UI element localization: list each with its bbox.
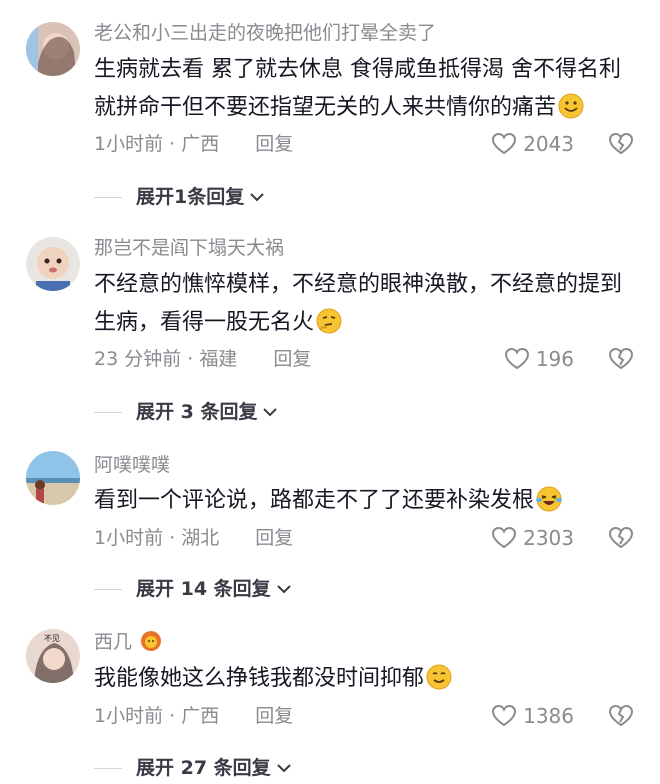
like-button[interactable]: 196	[504, 347, 574, 371]
avatar[interactable]: 不见	[26, 629, 80, 683]
comment-item: 那岂不是阎下塌天大祸 不经意的憔悴模样，不经意的眼神涣散，不经意的提到生病，看得…	[0, 215, 660, 435]
like-count: 2303	[523, 526, 574, 550]
heart-icon	[492, 704, 517, 727]
reply-button[interactable]: 回复	[255, 527, 293, 549]
comment-username[interactable]: 西几	[94, 630, 162, 654]
expand-replies-button[interactable]: 展开1条回复	[94, 185, 266, 209]
comment-meta: 1小时前 · 广西 回复	[94, 704, 293, 728]
comment-time-location: 1小时前 · 湖北	[94, 527, 220, 549]
expand-replies-label: 展开 14 条回复	[136, 578, 271, 600]
comment-text: 看到一个评论说，路都走不了了还要补染发根	[94, 482, 634, 520]
expand-replies-label: 展开 3 条回复	[136, 401, 258, 423]
comment-text: 不经意的憔悴模样，不经意的眼神涣散，不经意的提到生病，看得一股无名火	[94, 266, 634, 342]
expand-replies-button[interactable]: 展开 27 条回复	[94, 756, 293, 780]
divider	[94, 411, 122, 413]
chevron-down-icon	[276, 585, 291, 594]
expand-replies-button[interactable]: 展开 3 条回复	[94, 400, 279, 424]
like-count: 1386	[523, 704, 574, 728]
reply-button[interactable]: 回复	[273, 348, 311, 370]
comment-text: 生病就去看 累了就去休息 食得咸鱼抵得渴 舍不得名利就拼命干但不要还指望无关的人…	[94, 51, 634, 127]
dislike-icon[interactable]	[608, 132, 634, 156]
avatar[interactable]	[26, 451, 80, 505]
expand-replies-button[interactable]: 展开 14 条回复	[94, 577, 293, 601]
smiling-face-emoji	[558, 93, 584, 119]
comment-text-content: 我能像她这么挣钱我都没时间抑郁	[94, 666, 425, 691]
divider	[94, 767, 122, 769]
reply-button[interactable]: 回复	[255, 705, 293, 727]
dislike-icon[interactable]	[608, 526, 634, 550]
comment-meta: 1小时前 · 广西 回复	[94, 132, 293, 156]
comment-time-location: 1小时前 · 广西	[94, 705, 220, 727]
lion-badge-icon	[141, 631, 162, 651]
comment-username-text: 西几	[94, 631, 133, 653]
comment-item: 不见 西几 我能像她这么挣钱我都没时间抑郁 1小时前 · 广西 回复 1386 展…	[0, 615, 660, 784]
comment-username[interactable]: 老公和小三出走的夜晚把他们打晕全卖了	[94, 21, 436, 45]
like-button[interactable]: 2043	[491, 132, 574, 156]
heart-icon	[492, 526, 517, 549]
comment-meta: 23 分钟前 · 福建 回复	[94, 347, 311, 371]
laughing-tears-emoji	[536, 486, 563, 512]
expand-replies-label: 展开 27 条回复	[136, 757, 271, 779]
comment-text-content: 生病就去看 累了就去休息 食得咸鱼抵得渴 舍不得名利就拼命干但不要还指望无关的人…	[94, 57, 621, 120]
comment-meta: 1小时前 · 湖北 回复	[94, 526, 293, 550]
avatar-text: 不见	[44, 634, 60, 643]
comment-text-content: 看到一个评论说，路都走不了了还要补染发根	[94, 488, 535, 513]
divider	[94, 588, 122, 590]
divider	[94, 196, 122, 198]
reply-button[interactable]: 回复	[255, 133, 293, 155]
like-count: 196	[535, 347, 574, 371]
comment-username[interactable]: 那岂不是阎下塌天大祸	[94, 236, 284, 260]
comment-item: 老公和小三出走的夜晚把他们打晕全卖了 生病就去看 累了就去休息 食得咸鱼抵得渴 …	[0, 0, 660, 215]
avatar[interactable]	[26, 22, 80, 76]
comment-item: 阿噗噗噗 看到一个评论说，路都走不了了还要补染发根 1小时前 · 湖北 回复 23…	[0, 435, 660, 615]
comment-text-content: 不经意的憔悴模样，不经意的眼神涣散，不经意的提到生病，看得一股无名火	[94, 272, 623, 335]
thinking-face-emoji	[316, 308, 342, 334]
like-button[interactable]: 1386	[491, 704, 574, 728]
dislike-icon[interactable]	[608, 347, 634, 371]
heart-icon	[504, 347, 529, 370]
comment-text: 我能像她这么挣钱我都没时间抑郁	[94, 660, 634, 698]
comment-username[interactable]: 阿噗噗噗	[94, 453, 170, 477]
dislike-icon[interactable]	[608, 704, 634, 728]
chevron-down-icon	[250, 193, 264, 202]
expand-replies-label: 展开1条回复	[136, 186, 245, 208]
like-count: 2043	[523, 132, 574, 156]
avatar[interactable]	[26, 237, 80, 291]
heart-icon	[492, 132, 517, 155]
smiling-face-emoji	[426, 664, 452, 690]
like-button[interactable]: 2303	[491, 526, 574, 550]
chevron-down-icon	[263, 408, 278, 417]
comment-time-location: 23 分钟前 · 福建	[94, 348, 238, 370]
comment-time-location: 1小时前 · 广西	[94, 133, 220, 155]
chevron-down-icon	[276, 764, 291, 773]
